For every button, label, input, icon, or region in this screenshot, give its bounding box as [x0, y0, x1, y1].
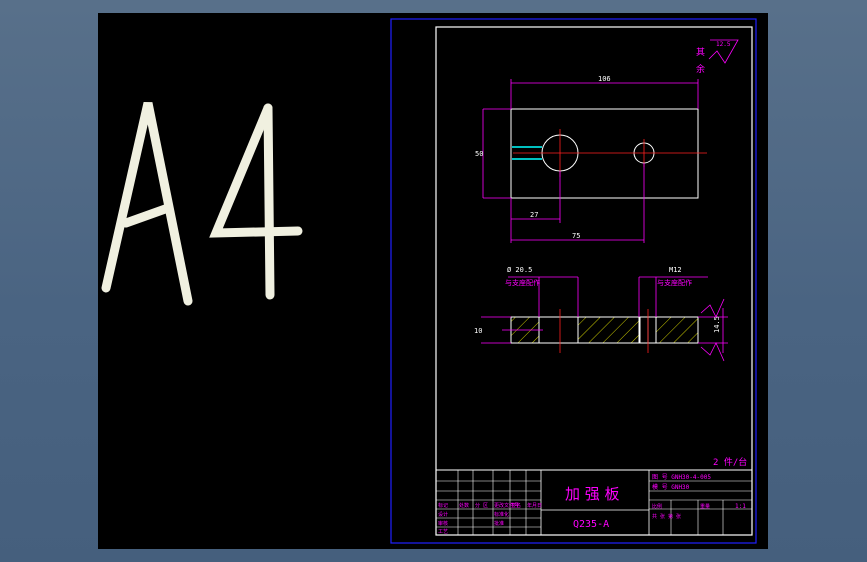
svg-text:其: 其: [696, 47, 705, 58]
outer-frame: [390, 18, 757, 544]
part-name: 加 强 板: [565, 485, 620, 503]
dim-thickness-left: 10: [474, 327, 482, 335]
tb-label: 设计: [438, 511, 448, 518]
tb-label: 标准化: [494, 511, 509, 518]
watermark-text: A4: [98, 13, 100, 14]
tb-label: 工艺: [438, 529, 448, 535]
tb-label: 审核: [438, 520, 448, 527]
tb-label: 处数: [459, 502, 469, 509]
model-number: 模 号 GNH30: [652, 483, 690, 491]
dim-thread-note: 与支座配作: [657, 278, 692, 287]
tb-label: 年月日: [527, 502, 542, 509]
dim-overall-width: 106: [598, 75, 611, 83]
quantity-note: 2 件/台: [713, 456, 747, 468]
tb-label: 标记: [438, 502, 448, 509]
svg-text:12.5: 12.5: [716, 41, 731, 48]
svg-text:余: 余: [696, 63, 705, 75]
tb-label: 比例: [652, 503, 662, 510]
inner-frame: [435, 26, 753, 536]
tb-label: 签名: [511, 502, 521, 509]
tb-label: 共 张 第 张: [652, 513, 681, 520]
cad-drawing: A4 其 余 12.5 106 50 27 75 Ø 20.5 与支座配作 M1…: [98, 13, 757, 544]
tb-label: 批准: [494, 520, 504, 527]
a4-watermark: [101, 102, 303, 306]
scale: 1:1: [735, 503, 746, 510]
dim-hole1-note: 与支座配作: [505, 278, 540, 287]
dim-hole2-offset: 75: [572, 232, 580, 240]
dim-hole1-offset: 27: [530, 211, 538, 219]
dim-hole1-diameter: Ø 20.5: [507, 266, 532, 274]
tb-label: 重量: [700, 503, 710, 510]
section-view: Ø 20.5 与支座配作 M12 与支座配作 14.5 10: [474, 266, 728, 362]
drawing-number: 图 号 GNH30-4-005: [652, 474, 711, 481]
front-view: 106 50 27 75: [475, 75, 707, 243]
tb-label: 分 区: [475, 502, 488, 509]
drawing-viewport[interactable]: A4 其 余 12.5 106 50 27 75 Ø 20.5 与支座配作 M1…: [98, 13, 768, 549]
dim-thread: M12: [669, 266, 682, 274]
material: Q235-A: [573, 519, 609, 530]
title-block: 加 强 板 Q235-A 图 号 GNH30-4-005 模 号 GNH30 1…: [435, 469, 753, 536]
dim-thickness-right: 14.5: [713, 316, 721, 333]
roughness-symbol: 其 余 12.5: [696, 39, 739, 75]
dim-overall-height: 50: [475, 150, 483, 158]
